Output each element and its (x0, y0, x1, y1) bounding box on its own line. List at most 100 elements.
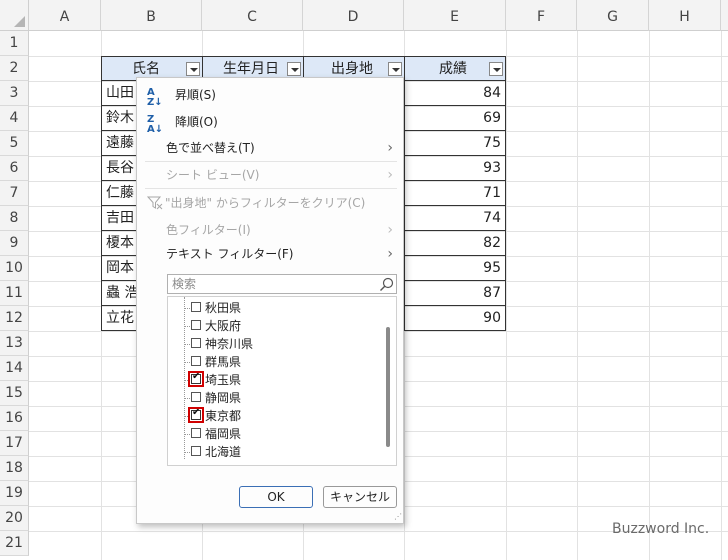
row-header-18[interactable]: 18 (0, 456, 29, 481)
name-cell[interactable]: 遠藤 (101, 131, 137, 156)
row-header-12[interactable]: 12 (0, 306, 29, 331)
list-item-label: 福岡県 (205, 427, 242, 441)
list-item[interactable]: 群馬県 (168, 353, 378, 371)
score-cell[interactable]: 82 (404, 231, 506, 256)
name-cell[interactable]: 鈴木 (101, 106, 137, 131)
checkbox[interactable] (191, 356, 201, 366)
checkbox[interactable] (191, 338, 201, 348)
checkbox[interactable] (191, 320, 201, 330)
watermark: Buzzword Inc. (612, 521, 710, 537)
list-item[interactable]: 大阪府 (168, 317, 378, 335)
row-header-13[interactable]: 13 (0, 331, 29, 356)
clear-filter-icon (147, 196, 163, 210)
sort-by-color-item[interactable]: 色で並べ替え(T) › (166, 137, 403, 159)
cancel-button[interactable]: キャンセル (323, 486, 397, 508)
row-header-20[interactable]: 20 (0, 506, 29, 531)
list-item[interactable]: 北海道 (168, 443, 378, 461)
list-item-label: 秋田県 (205, 301, 242, 315)
list-item[interactable]: 神奈川県 (168, 335, 378, 353)
list-item-label: 北海道 (205, 445, 242, 459)
score-cell[interactable]: 93 (404, 156, 506, 181)
row-header-17[interactable]: 17 (0, 431, 29, 456)
highlight-box (188, 407, 204, 423)
list-item[interactable]: 静岡県 (168, 389, 378, 407)
score-cell[interactable]: 84 (404, 81, 506, 106)
checkbox[interactable] (191, 446, 201, 456)
filter-dropdown-icon[interactable] (489, 62, 503, 76)
list-item[interactable]: 福岡県 (168, 425, 378, 443)
tree-line (184, 326, 190, 327)
checkbox[interactable] (191, 428, 201, 438)
row-header-14[interactable]: 14 (0, 356, 29, 381)
name-cell[interactable]: 長谷 (101, 156, 137, 181)
sort-by-color-label: 色で並べ替え(T) (166, 141, 255, 155)
name-cell[interactable]: 榎本 (101, 231, 137, 256)
name-cell[interactable]: 立花 (101, 306, 137, 331)
scrollbar-thumb[interactable] (386, 327, 390, 447)
row-header-15[interactable]: 15 (0, 381, 29, 406)
row-header-16[interactable]: 16 (0, 406, 29, 431)
score-cell[interactable]: 75 (404, 131, 506, 156)
filter-dropdown-icon[interactable] (287, 62, 301, 76)
row-header-11[interactable]: 11 (0, 281, 29, 306)
column-header-h[interactable]: H (649, 0, 721, 31)
name-cell[interactable]: 山田 (101, 81, 137, 106)
color-filter-label: 色フィルター(I) (166, 223, 251, 237)
column-header-d[interactable]: D (303, 0, 404, 31)
tree-line (184, 344, 190, 345)
sort-ascending-label: 昇順(S) (175, 88, 216, 102)
checkbox[interactable] (191, 392, 201, 402)
row-header-3[interactable]: 3 (0, 81, 29, 106)
name-cell[interactable]: 岡本 (101, 256, 137, 281)
row-header-8[interactable]: 8 (0, 206, 29, 231)
row-header-10[interactable]: 10 (0, 256, 29, 281)
column-header-f[interactable]: F (506, 0, 577, 31)
column-header-e[interactable]: E (404, 0, 506, 31)
color-filter-item[interactable]: 色フィルター(I) › (166, 219, 403, 241)
row-header-7[interactable]: 7 (0, 181, 29, 206)
column-header-g[interactable]: G (577, 0, 649, 31)
ok-button[interactable]: OK (239, 486, 313, 508)
clear-filter-item[interactable]: "出身地" からフィルターをクリア(C) (147, 192, 403, 214)
name-cell[interactable]: 吉田 (101, 206, 137, 231)
chevron-right-icon: › (387, 246, 393, 262)
row-header-5[interactable]: 5 (0, 131, 29, 156)
sort-ascending-item[interactable]: A Z↓ 昇順(S) (137, 84, 403, 108)
column-header-b[interactable]: B (101, 0, 202, 31)
list-item[interactable]: 東京都 (168, 407, 378, 425)
score-cell[interactable]: 74 (404, 206, 506, 231)
score-cell[interactable]: 87 (404, 281, 506, 306)
score-cell[interactable]: 90 (404, 306, 506, 331)
sheet-view-item[interactable]: シート ビュー(V) › (166, 164, 403, 186)
select-all-corner[interactable] (0, 0, 29, 31)
filter-value-list[interactable]: 秋田県 大阪府 神奈川県 群馬県 埼玉県 静岡県 (167, 296, 397, 466)
row-header-9[interactable]: 9 (0, 231, 29, 256)
score-cell[interactable]: 71 (404, 181, 506, 206)
tree-line (184, 362, 190, 363)
name-cell[interactable]: 蟲 浩 (101, 281, 137, 306)
column-header-a[interactable]: A (29, 0, 101, 31)
filter-dropdown-icon-active[interactable] (388, 62, 402, 76)
column-header-c[interactable]: C (202, 0, 303, 31)
resize-grip-icon[interactable]: ⋰ (394, 512, 402, 521)
list-item[interactable]: 秋田県 (168, 299, 378, 317)
filter-dropdown-icon[interactable] (186, 62, 200, 76)
score-cell[interactable]: 95 (404, 256, 506, 281)
search-placeholder: 検索 (172, 277, 197, 291)
row-header-4[interactable]: 4 (0, 106, 29, 131)
row-header-2[interactable]: 2 (0, 56, 29, 81)
tree-line (184, 434, 190, 435)
row-header-1[interactable]: 1 (0, 31, 29, 56)
sort-descending-item[interactable]: Z A↓ 降順(O) (137, 111, 403, 135)
row-header-6[interactable]: 6 (0, 156, 29, 181)
checkbox[interactable] (191, 302, 201, 312)
tree-line (184, 452, 190, 453)
row-header-19[interactable]: 19 (0, 481, 29, 506)
list-item[interactable]: 埼玉県 (168, 371, 378, 389)
highlight-box (188, 371, 204, 387)
score-cell[interactable]: 69 (404, 106, 506, 131)
name-cell[interactable]: 仁藤 (101, 181, 137, 206)
text-filter-item[interactable]: テキスト フィルター(F) › (166, 243, 403, 265)
search-input[interactable]: 検索 (167, 274, 397, 294)
row-header-21[interactable]: 21 (0, 531, 29, 556)
